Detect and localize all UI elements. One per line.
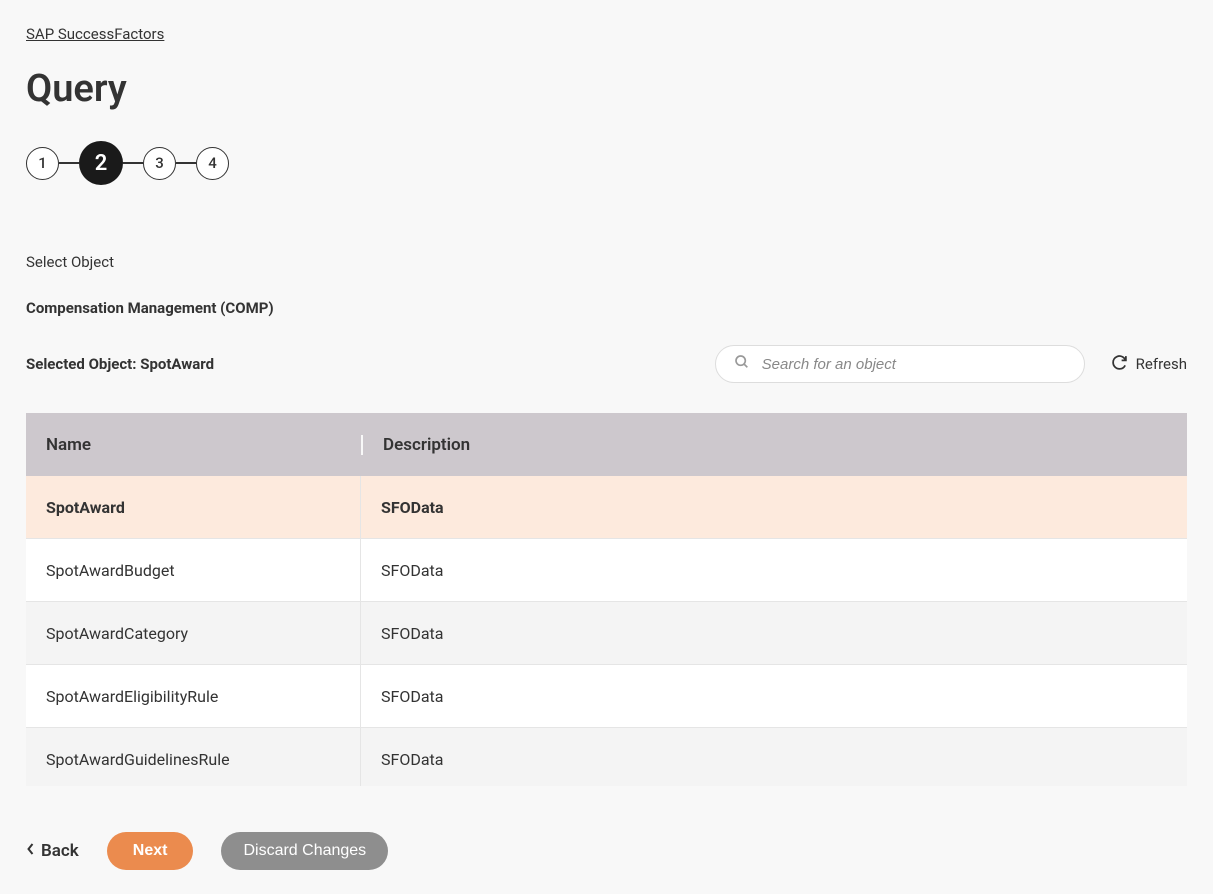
table-header: Name Description — [26, 413, 1187, 476]
column-header-description[interactable]: Description — [361, 435, 1187, 455]
table-row[interactable]: SpotAwardSFOData — [26, 476, 1187, 539]
step-connector — [123, 162, 143, 164]
step-connector — [176, 162, 196, 164]
chevron-left-icon — [26, 841, 35, 861]
table-row[interactable]: SpotAwardGuidelinesRuleSFOData — [26, 728, 1187, 786]
discard-button[interactable]: Discard Changes — [221, 832, 388, 870]
step-3[interactable]: 3 — [143, 147, 176, 180]
search-input[interactable] — [762, 356, 1066, 373]
table-body[interactable]: SpotAwardSFODataSpotAwardBudgetSFODataSp… — [26, 476, 1187, 786]
table-row[interactable]: SpotAwardEligibilityRuleSFOData — [26, 665, 1187, 728]
back-label: Back — [41, 841, 79, 861]
selected-object-label: Selected Object: SpotAward — [26, 355, 214, 373]
objects-table: Name Description SpotAwardSFODataSpotAwa… — [26, 413, 1187, 786]
step-connector — [59, 162, 79, 164]
table-row[interactable]: SpotAwardBudgetSFOData — [26, 539, 1187, 602]
breadcrumb-link[interactable]: SAP SuccessFactors — [26, 25, 164, 43]
step-1[interactable]: 1 — [26, 147, 59, 180]
section-label: Select Object — [26, 253, 1187, 271]
step-4[interactable]: 4 — [196, 147, 229, 180]
cell-description: SFOData — [361, 624, 1187, 643]
refresh-button[interactable]: Refresh — [1111, 354, 1187, 375]
cell-name: SpotAwardEligibilityRule — [26, 665, 361, 727]
cell-description: SFOData — [361, 561, 1187, 580]
cell-description: SFOData — [361, 687, 1187, 706]
step-2[interactable]: 2 — [79, 141, 123, 185]
next-button[interactable]: Next — [107, 832, 194, 870]
cell-name: SpotAwardGuidelinesRule — [26, 728, 361, 786]
stepper: 1234 — [26, 141, 1187, 185]
cell-name: SpotAwardCategory — [26, 602, 361, 664]
cell-description: SFOData — [361, 498, 1187, 517]
cell-name: SpotAwardBudget — [26, 539, 361, 601]
refresh-label: Refresh — [1136, 355, 1187, 373]
refresh-icon — [1111, 354, 1128, 375]
table-row[interactable]: SpotAwardCategorySFOData — [26, 602, 1187, 665]
cell-description: SFOData — [361, 750, 1187, 769]
search-icon — [734, 354, 750, 374]
cell-name: SpotAward — [26, 476, 361, 538]
search-box[interactable] — [715, 345, 1085, 383]
module-name: Compensation Management (COMP) — [26, 299, 1187, 317]
page-title: Query — [26, 67, 1187, 111]
footer-buttons: Back Next Discard Changes — [26, 832, 1187, 870]
back-button[interactable]: Back — [26, 841, 79, 861]
column-header-name[interactable]: Name — [26, 435, 361, 455]
